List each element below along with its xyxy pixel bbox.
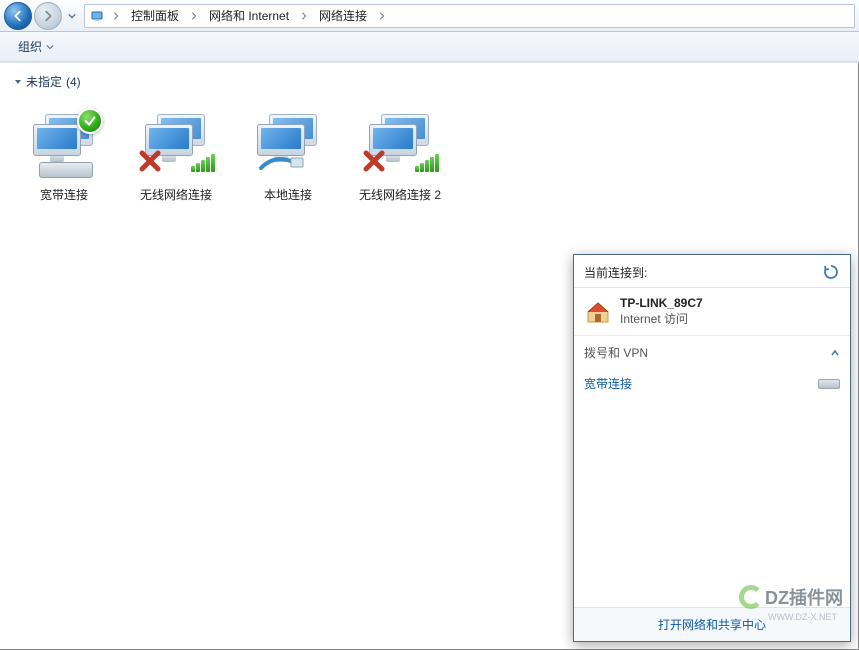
group-header[interactable]: 未指定 (4)	[14, 73, 844, 90]
connection-wireless[interactable]: 无线网络连接	[126, 98, 226, 207]
network-status: Internet 访问	[620, 310, 703, 327]
breadcrumb[interactable]: 控制面板 网络和 Internet 网络连接	[84, 4, 855, 28]
network-flyout: 当前连接到: TP-LINK_89C7 Internet 访问 拨号和 VPN …	[573, 254, 851, 642]
connection-label: 本地连接	[264, 186, 312, 203]
broadband-icon	[24, 102, 104, 182]
breadcrumb-separator[interactable]	[187, 5, 201, 27]
section-label: 拨号和 VPN	[584, 344, 648, 361]
signal-bars-icon	[415, 154, 439, 172]
dial-item-label: 宽带连接	[584, 375, 632, 392]
modem-icon	[39, 162, 93, 178]
arrow-right-icon	[41, 9, 55, 23]
chevron-down-icon	[46, 44, 54, 50]
chevron-up-icon	[830, 348, 840, 358]
signal-bars-icon	[191, 154, 215, 172]
group-count: (4)	[66, 75, 81, 89]
wireless-icon	[360, 102, 440, 182]
breadcrumb-separator[interactable]	[109, 5, 123, 27]
x-icon	[139, 150, 161, 172]
connection-label: 无线网络连接	[140, 186, 212, 203]
connection-wireless-2[interactable]: 无线网络连接 2	[350, 98, 450, 207]
modem-icon	[818, 379, 840, 389]
back-button[interactable]	[4, 2, 32, 30]
cable-icon	[259, 152, 309, 172]
forward-button[interactable]	[34, 2, 62, 30]
crumb-control-panel[interactable]: 控制面板	[125, 5, 185, 27]
wireless-icon	[136, 102, 216, 182]
address-bar: 控制面板 网络和 Internet 网络连接	[0, 0, 859, 32]
breadcrumb-separator[interactable]	[297, 5, 311, 27]
flyout-header: 当前连接到:	[574, 255, 850, 288]
connection-broadband[interactable]: 宽带连接	[14, 98, 114, 207]
refresh-icon	[822, 263, 840, 281]
arrow-left-icon	[11, 9, 25, 23]
dial-vpn-section[interactable]: 拨号和 VPN	[574, 335, 850, 369]
organize-label: 组织	[18, 38, 42, 55]
network-location-icon	[89, 7, 107, 25]
group-label: 未指定	[26, 73, 62, 90]
connection-label: 宽带连接	[40, 186, 88, 203]
organize-menu[interactable]: 组织	[10, 35, 62, 58]
connection-label: 无线网络连接 2	[359, 186, 441, 203]
home-network-icon	[584, 298, 612, 326]
network-name: TP-LINK_89C7	[620, 296, 703, 310]
connection-grid: 宽带连接 无线网络连接	[14, 98, 844, 207]
crumb-network-connections[interactable]: 网络连接	[313, 5, 373, 27]
ethernet-icon	[248, 102, 328, 182]
current-connection[interactable]: TP-LINK_89C7 Internet 访问	[574, 288, 850, 335]
check-icon	[77, 108, 103, 134]
open-network-center-link[interactable]: 打开网络和共享中心	[574, 607, 850, 641]
crumb-network-internet[interactable]: 网络和 Internet	[203, 5, 295, 27]
breadcrumb-separator[interactable]	[375, 5, 389, 27]
footer-label: 打开网络和共享中心	[658, 618, 766, 632]
command-toolbar: 组织	[0, 32, 859, 62]
chevron-down-icon	[68, 13, 76, 19]
refresh-button[interactable]	[822, 263, 840, 281]
connection-ethernet[interactable]: 本地连接	[238, 98, 338, 207]
flyout-title: 当前连接到:	[584, 264, 647, 281]
collapse-icon	[14, 78, 22, 86]
history-dropdown[interactable]	[64, 6, 80, 26]
dial-item-broadband[interactable]: 宽带连接	[574, 369, 850, 398]
x-icon	[363, 150, 385, 172]
